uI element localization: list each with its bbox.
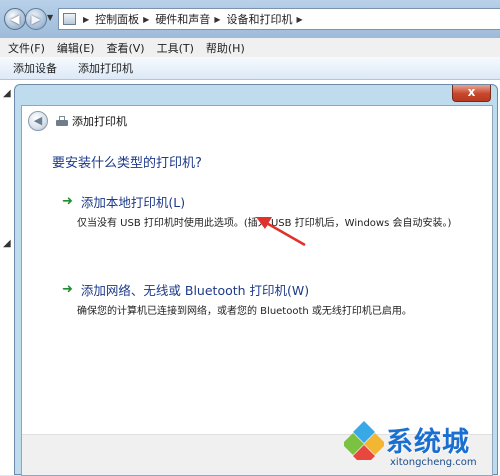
annotation-arrow-icon xyxy=(256,217,306,247)
address-bar[interactable]: ▶ 控制面板 ▶ 硬件和声音 ▶ 设备和打印机 ▶ xyxy=(58,8,500,30)
add-printer-button[interactable]: 添加打印机 xyxy=(78,60,133,76)
chevron-right-icon[interactable]: ▶ xyxy=(143,15,149,24)
menu-file[interactable]: 文件(F) xyxy=(8,40,45,56)
chevron-right-icon[interactable]: ▶ xyxy=(83,15,89,24)
menu-view[interactable]: 查看(V) xyxy=(106,40,144,56)
watermark-name: 系统城 xyxy=(386,427,470,458)
watermark-url: xitongcheng.com xyxy=(390,457,477,468)
back-button[interactable]: ◀ xyxy=(4,8,26,30)
collapse-arrow-icon[interactable]: ◢ xyxy=(3,88,11,99)
chevron-right-icon[interactable]: ▶ xyxy=(296,15,302,24)
breadcrumb-devices-printers[interactable]: 设备和打印机 xyxy=(226,11,292,27)
chevron-right-icon[interactable]: ▶ xyxy=(214,15,220,24)
menu-tools[interactable]: 工具(T) xyxy=(157,40,194,56)
add-printer-dialog: x ◀ 添加打印机 要安装什么类型的打印机? ➜ 添加本地打印机(L) 仅当没有… xyxy=(14,84,498,476)
control-panel-icon xyxy=(63,13,76,25)
command-bar: 添加设备 添加打印机 xyxy=(0,57,500,80)
close-button[interactable]: x xyxy=(452,85,491,102)
windows-logo-icon xyxy=(344,421,384,460)
menu-edit[interactable]: 编辑(E) xyxy=(57,40,95,56)
watermark-logo: 系统城 xitongcheng.com xyxy=(344,418,500,475)
breadcrumb-hardware-sound[interactable]: 硬件和声音 xyxy=(155,11,210,27)
forward-button[interactable]: ▶ xyxy=(25,8,47,30)
menu-bar: 文件(F) 编辑(E) 查看(V) 工具(T) 帮助(H) xyxy=(0,38,500,57)
add-device-button[interactable]: 添加设备 xyxy=(13,60,57,76)
collapse-arrow-icon[interactable]: ◢ xyxy=(3,238,11,249)
menu-help[interactable]: 帮助(H) xyxy=(206,40,245,56)
recent-pages-dropdown-icon[interactable]: ▼ xyxy=(47,13,53,22)
breadcrumb-control-panel[interactable]: 控制面板 xyxy=(95,11,139,27)
navigation-bar: ◀ ▶ ▼ ▶ 控制面板 ▶ 硬件和声音 ▶ 设备和打印机 ▶ xyxy=(0,0,500,38)
